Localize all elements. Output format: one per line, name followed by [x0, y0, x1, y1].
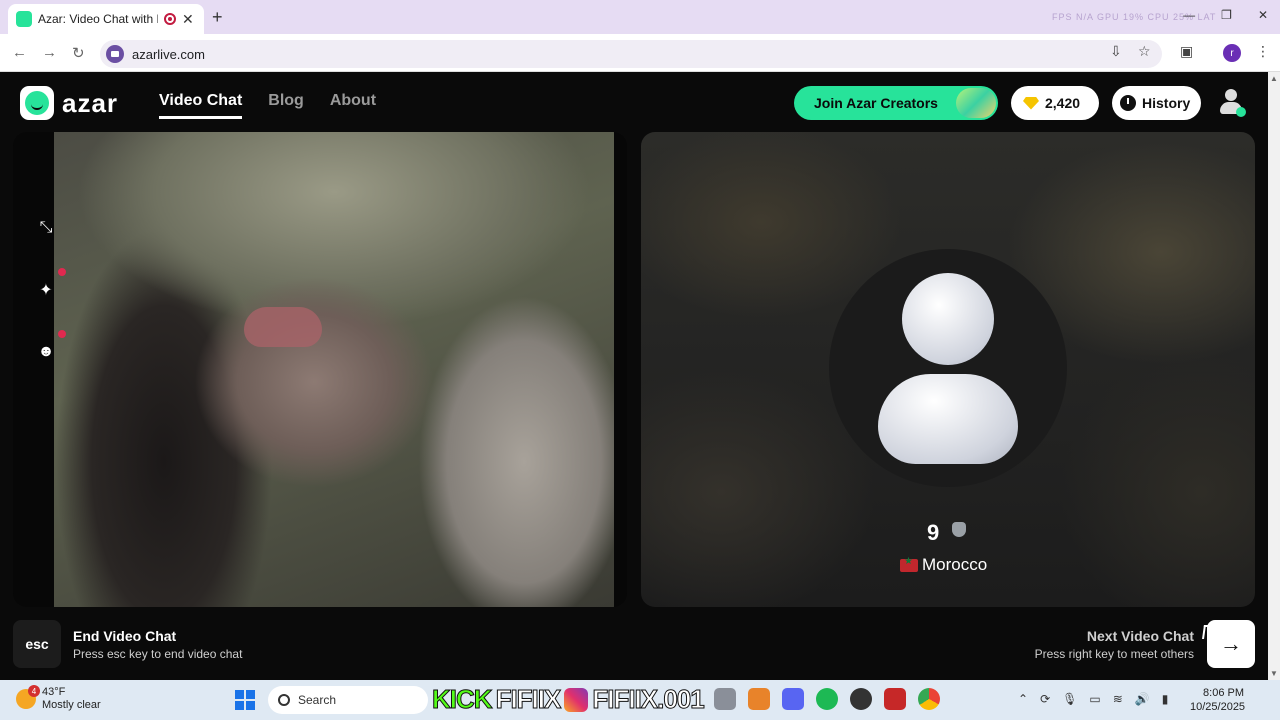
system-tray: ⌃ ⟳ 🎙 ▭ ≋ 🔊 ▮ [1018, 692, 1168, 706]
taskbar-search[interactable]: Search [268, 686, 428, 714]
chrome-icon[interactable] [918, 688, 940, 710]
logo-text: azar [62, 87, 119, 118]
peer-country-name: Morocco [922, 555, 988, 574]
peer-age: 9 [927, 520, 940, 545]
forward-icon[interactable]: → [42, 44, 57, 61]
azar-favicon-icon [16, 11, 32, 27]
restore-icon[interactable]: ❐ [1221, 8, 1232, 22]
weather-icon: 4 [16, 685, 40, 709]
online-status-dot [1236, 107, 1246, 117]
browser-tabbar: Azar: Video Chat with New ✕ + FPS N/A GP… [0, 0, 1280, 34]
next-chat-subtitle: Press right key to meet others [1034, 647, 1194, 661]
azar-page: azar Video Chat Blog About Join Azar Cre… [0, 72, 1268, 680]
browser-profile-avatar[interactable]: r [1223, 44, 1241, 62]
site-info-icon[interactable] [106, 45, 124, 63]
browser-toolbar: ← → ↻ azarlive.com ⇩ ☆ ▣ ⋮ [0, 34, 1280, 72]
esc-key-button[interactable]: esc [13, 620, 61, 668]
end-chat-title[interactable]: End Video Chat [73, 628, 176, 644]
window-controls: — ❐ ✕ [1183, 8, 1268, 22]
creators-decoration-icon [956, 88, 996, 118]
microphone-icon[interactable]: 🎙 [1062, 692, 1077, 706]
main-nav: Video Chat Blog About [159, 92, 376, 119]
recording-icon [164, 13, 176, 25]
instagram-icon [564, 687, 589, 712]
address-bar[interactable]: azarlive.com [100, 40, 1162, 68]
peer-video-pane: 9 Morocco [641, 132, 1255, 607]
my-camera-feed [54, 132, 614, 607]
gems-count: 2,420 [1045, 95, 1081, 111]
mouse-cursor-icon [1202, 625, 1214, 639]
back-icon[interactable]: ← [12, 44, 27, 61]
gems-button[interactable]: 2,420 [1011, 86, 1099, 120]
reload-icon[interactable]: ↻ [72, 44, 85, 62]
nav-blog[interactable]: Blog [268, 92, 304, 119]
azar-logo[interactable]: azar [20, 86, 118, 120]
next-chat-title[interactable]: Next Video Chat [1030, 628, 1194, 644]
history-button[interactable]: History [1112, 86, 1201, 120]
weather-badge: 4 [28, 685, 40, 697]
morocco-flag-icon [900, 556, 918, 572]
effects-sparkle-icon[interactable]: ✦ [32, 268, 66, 304]
next-chat-arrow-button[interactable]: → [1207, 620, 1255, 668]
tab-close-icon[interactable]: ✕ [182, 11, 194, 28]
url-text: azarlive.com [132, 46, 205, 62]
voicemod-icon[interactable] [884, 688, 906, 710]
join-creators-label: Join Azar Creators [814, 95, 938, 111]
peer-avatar-body-icon [878, 374, 1018, 464]
wifi-icon[interactable]: ≋ [1113, 692, 1123, 706]
video-side-tools: ⤡ ✦ ☻ [32, 214, 66, 366]
new-tab-button[interactable]: + [212, 7, 223, 28]
azar-logo-icon [20, 86, 54, 120]
windows-start-icon[interactable] [235, 690, 255, 710]
peer-avatar-head-icon [902, 273, 994, 365]
weather-condition: Mostly clear [42, 699, 101, 711]
join-creators-button[interactable]: Join Azar Creators [794, 86, 998, 120]
temperature: 43°F [42, 686, 66, 698]
clock-date: 10/25/2025 [1190, 701, 1246, 713]
app-icon[interactable] [748, 688, 770, 710]
tab-title: Azar: Video Chat with New [38, 12, 158, 26]
sync-icon[interactable]: ⟳ [1040, 692, 1050, 706]
minimize-video-icon[interactable]: ⤡ [32, 214, 60, 242]
stream-overlay: KICK FIFIIX FIFIIX.001 [432, 684, 706, 715]
tray-chevron-icon[interactable]: ⌃ [1018, 692, 1028, 706]
clock-icon [1120, 95, 1136, 111]
user-avatar[interactable] [1216, 88, 1246, 118]
face-filter-icon[interactable]: ☻ [32, 330, 66, 366]
taskbar: 4 43°F Mostly clear Search KICK FIFIIX F… [0, 680, 1280, 720]
search-label: Search [298, 693, 337, 707]
battery-icon[interactable]: ▮ [1162, 692, 1169, 706]
gem-icon [1023, 96, 1039, 110]
history-label: History [1142, 95, 1191, 111]
nav-video-chat[interactable]: Video Chat [159, 92, 243, 119]
discord-icon[interactable] [782, 688, 804, 710]
taskbar-clock[interactable]: 8:06 PM 10/25/2025 [1190, 686, 1246, 714]
menu-dots-icon[interactable]: ⋮ [1256, 43, 1270, 60]
bookmark-star-icon[interactable]: ☆ [1138, 43, 1151, 60]
stream-name-1: FIFIIX [495, 684, 562, 715]
clock-time: 8:06 PM [1203, 687, 1244, 699]
weather-widget[interactable]: 4 43°F Mostly clear [16, 685, 101, 712]
browser-tab[interactable]: Azar: Video Chat with New ✕ [8, 4, 204, 34]
app-icon[interactable] [850, 688, 872, 710]
peer-country: Morocco [900, 555, 987, 575]
close-window-icon[interactable]: ✕ [1258, 8, 1268, 22]
minimize-icon[interactable]: — [1183, 8, 1195, 22]
app-icon[interactable] [714, 688, 736, 710]
search-icon [278, 694, 290, 706]
volume-icon[interactable]: 🔊 [1135, 692, 1150, 706]
install-app-icon[interactable]: ⇩ [1110, 43, 1122, 60]
kick-logo: KICK [432, 684, 494, 715]
nav-about[interactable]: About [330, 92, 376, 119]
sidepanel-icon[interactable]: ▣ [1180, 43, 1193, 60]
end-chat-subtitle: Press esc key to end video chat [73, 647, 243, 661]
spotify-icon[interactable] [816, 688, 838, 710]
pinned-apps [714, 688, 940, 710]
my-video-pane: ⤡ ✦ ☻ [13, 132, 627, 607]
stream-name-2: FIFIIX.001 [592, 684, 705, 715]
verified-shield-icon [952, 522, 966, 537]
page-scrollbar[interactable] [1268, 72, 1280, 680]
network-icon[interactable]: ▭ [1089, 692, 1100, 706]
